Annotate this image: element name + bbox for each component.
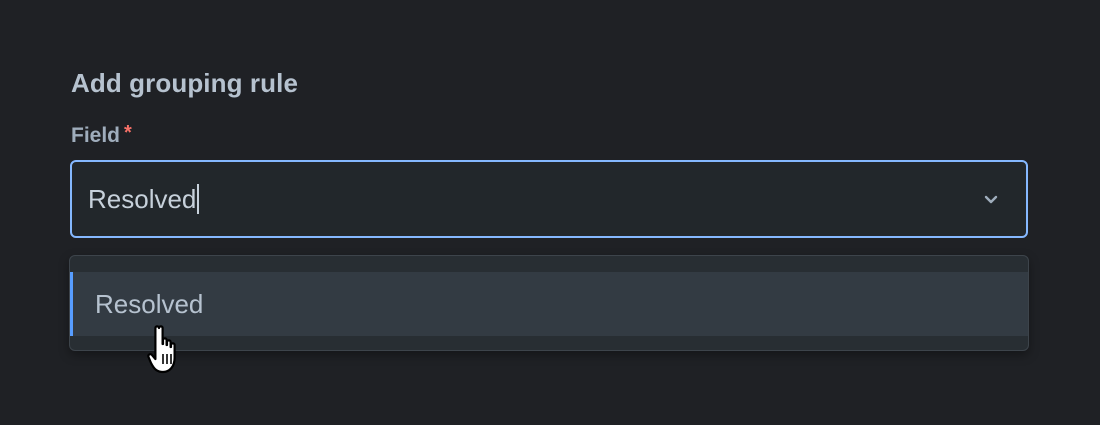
field-select-value: Resolved [88,183,197,214]
text-caret [197,184,199,214]
form-title: Add grouping rule [71,68,299,98]
field-label: Field [71,124,121,147]
required-marker: * [124,122,132,144]
field-options-menu: Resolved [69,255,1029,351]
field-select-input[interactable]: Resolved [88,162,968,236]
field-select[interactable]: Resolved [70,160,1028,238]
field-label-row: Field * [71,122,132,148]
chevron-down-icon[interactable] [982,190,1000,208]
option-resolved[interactable]: Resolved [70,272,1028,336]
grouping-rule-form: Add grouping rule Field * Resolved Resol… [0,0,1100,425]
